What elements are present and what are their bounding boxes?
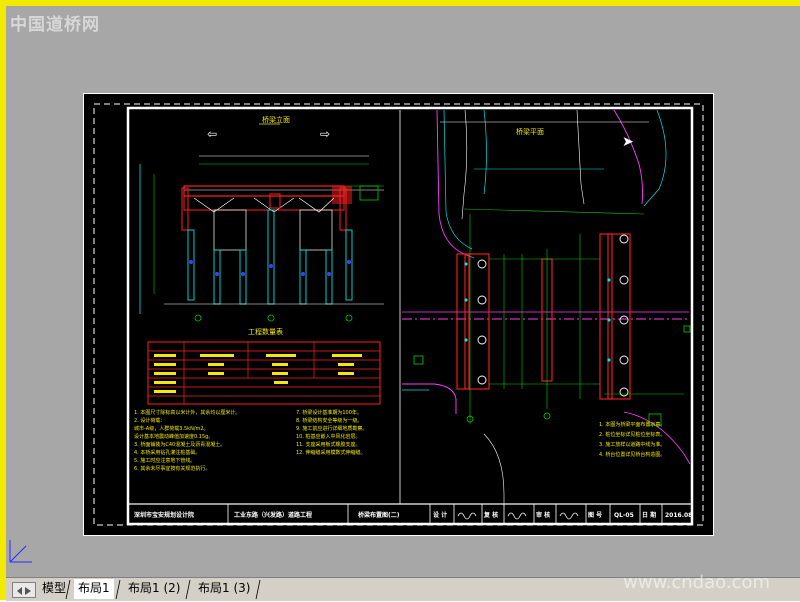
paper-space-viewport[interactable]: 中国道桥网 桥梁立面 ⇦ ⇨ 工程数量表 1. 本图尺寸除标高以米计外，其余均以… — [6, 6, 800, 577]
svg-text:11. 支座采用板式橡胶支座。: 11. 支座采用板式橡胶支座。 — [296, 441, 361, 448]
plan-title: 桥梁平面 — [516, 127, 544, 136]
svg-text:复 核: 复 核 — [483, 511, 498, 519]
svg-text:2. 设计荷载：: 2. 设计荷载： — [134, 417, 165, 424]
watermark-top-left: 中国道桥网 — [10, 15, 100, 35]
signatures — [457, 512, 579, 520]
title-block: 深圳市宝安规划设计院 工业东路（兴发路）道路工程 桥梁布置图(二) 设 计 复 … — [127, 503, 693, 525]
layout-tab-bar: 模型 布局1 布局1 (2) 布局1 (3) www.cndao.com — [6, 572, 800, 601]
svg-text:3. 桥面铺装为C40混凝土及沥青混凝土。: 3. 桥面铺装为C40混凝土及沥青混凝土。 — [134, 441, 225, 448]
drawing-border — [126, 106, 694, 526]
table-title: 工程数量表 — [248, 327, 283, 336]
direction-arrow-left-icon: ⇦ — [207, 127, 217, 141]
title-block-project: 工业东路（兴发路）道路工程 — [234, 511, 312, 519]
elevation-view: 桥梁立面 ⇦ ⇨ — [139, 115, 384, 322]
watermark-bottom-right: www.cndao.com — [623, 572, 770, 593]
ucs-icon — [9, 540, 32, 563]
svg-text:1. 本图为桥梁平面布置示意。: 1. 本图为桥梁平面布置示意。 — [599, 421, 665, 428]
svg-text:设计基本地震动峰值加速度0.15g。: 设计基本地震动峰值加速度0.15g。 — [134, 433, 213, 440]
direction-arrow-right-icon: ⇨ — [320, 127, 330, 141]
quantity-table: 工程数量表 — [147, 327, 381, 405]
layout-sheet[interactable]: 桥梁立面 ⇦ ⇨ 工程数量表 1. 本图尺寸除标高以米计外，其余均以厘米计。 2… — [83, 93, 714, 536]
svg-text:7. 桥梁设计基准期为100年。: 7. 桥梁设计基准期为100年。 — [296, 409, 362, 416]
title-block-drawing-name: 桥梁布置图(二) — [358, 511, 400, 519]
svg-text:城市-A级，人群荷载3.5kN/m2。: 城市-A级，人群荷载3.5kN/m2。 — [134, 425, 209, 432]
svg-text:9. 施工前应进行详细地质勘察。: 9. 施工前应进行详细地质勘察。 — [296, 425, 367, 432]
svg-text:6. 其余未尽事宜按有关规范执行。: 6. 其余未尽事宜按有关规范执行。 — [134, 465, 210, 472]
svg-text:4. 桥台位置详见桥台构造图。: 4. 桥台位置详见桥台构造图。 — [599, 451, 665, 458]
svg-text:图 号: 图 号 — [588, 511, 602, 519]
svg-text:3. 施工放样以道路中线为准。: 3. 施工放样以道路中线为准。 — [599, 441, 665, 448]
app-frame: 中国道桥网 桥梁立面 ⇦ ⇨ 工程数量表 1. 本图尺寸除标高以米计外，其余均以… — [0, 0, 800, 601]
svg-text:12. 伸缩缝采用模数式伸缩缝。: 12. 伸缩缝采用模数式伸缩缝。 — [296, 449, 366, 456]
notes-left: 1. 本图尺寸除标高以米计外，其余均以厘米计。 2. 设计荷载： 城市-A级，人… — [134, 409, 240, 472]
svg-text:审 核: 审 核 — [536, 511, 550, 519]
svg-text:设 计: 设 计 — [433, 511, 447, 519]
notes-right: 1. 本图为桥梁平面布置示意。 2. 桩位坐标详见桩位坐标表。 3. 施工放样以… — [599, 421, 665, 458]
tab-separators — [65, 579, 261, 600]
svg-text:1. 本图尺寸除标高以米计外，其余均以厘米计。: 1. 本图尺寸除标高以米计外，其余均以厘米计。 — [134, 409, 240, 416]
svg-text:4. 本桥采用钻孔灌注桩基础。: 4. 本桥采用钻孔灌注桩基础。 — [134, 449, 200, 456]
title-block-org: 深圳市宝安规划设计院 — [134, 511, 194, 519]
svg-text:日 期: 日 期 — [642, 511, 656, 519]
cad-drawing: 桥梁立面 ⇦ ⇨ 工程数量表 1. 本图尺寸除标高以米计外，其余均以厘米计。 2… — [93, 103, 704, 526]
north-arrow-icon: ➤ — [622, 134, 634, 150]
svg-text:2. 桩位坐标详见桩位坐标表。: 2. 桩位坐标详见桩位坐标表。 — [599, 431, 665, 438]
title-block-date: 2016.08 — [665, 512, 692, 519]
svg-text:8. 桥梁结构安全等级为一级。: 8. 桥梁结构安全等级为一级。 — [296, 417, 362, 424]
svg-text:5. 施工时应注意地下管线。: 5. 施工时应注意地下管线。 — [134, 457, 195, 464]
svg-text:10. 桩基应嵌入中风化岩层。: 10. 桩基应嵌入中风化岩层。 — [296, 433, 361, 440]
notes-middle: 7. 桥梁设计基准期为100年。 8. 桥梁结构安全等级为一级。 9. 施工前应… — [296, 409, 367, 456]
title-block-sheet-no: QL-05 — [614, 512, 634, 519]
elevation-title: 桥梁立面 — [262, 115, 290, 124]
